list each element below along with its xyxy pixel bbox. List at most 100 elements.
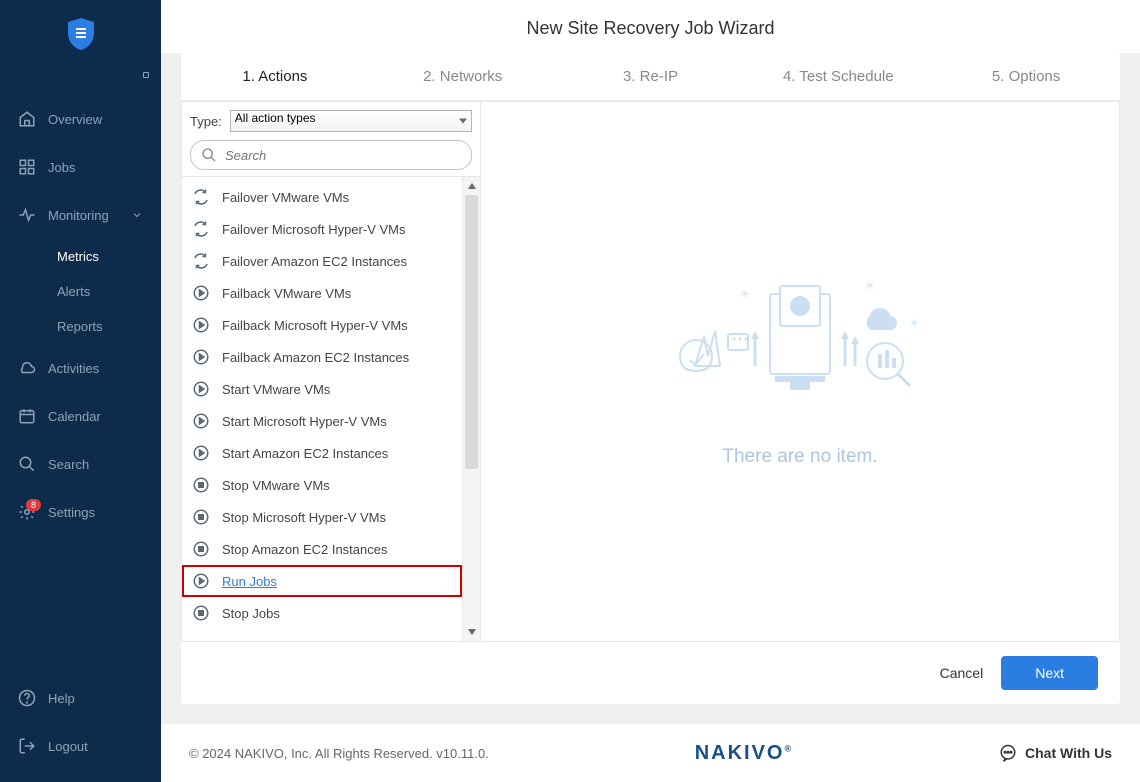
type-select[interactable]: All action types xyxy=(230,110,472,132)
action-item[interactable]: Start Amazon EC2 Instances xyxy=(182,437,462,469)
step-test-schedule[interactable]: 4. Test Schedule xyxy=(744,53,932,100)
action-item[interactable]: Stop Amazon EC2 Instances xyxy=(182,533,462,565)
step-actions[interactable]: 1. Actions xyxy=(181,53,369,100)
gear-icon: 8 xyxy=(18,503,36,521)
scroll-track[interactable] xyxy=(463,195,480,623)
search-input[interactable] xyxy=(225,148,461,163)
scroll-down-icon[interactable] xyxy=(463,623,480,641)
action-item[interactable]: Failback Amazon EC2 Instances xyxy=(182,341,462,373)
wizard-footer: Cancel Next xyxy=(181,642,1120,704)
action-item[interactable]: Failback VMware VMs xyxy=(182,277,462,309)
sidebar-item-label: Help xyxy=(48,691,75,706)
wizard-title: New Site Recovery Job Wizard xyxy=(161,0,1140,53)
action-list: Failover VMware VMs Failover Microsoft Hy… xyxy=(182,177,462,641)
action-label: Failover Microsoft Hyper-V VMs xyxy=(222,222,405,237)
stop-icon xyxy=(192,540,210,558)
help-icon xyxy=(18,689,36,707)
action-label: Failback Amazon EC2 Instances xyxy=(222,350,409,365)
action-label: Run Jobs xyxy=(222,574,277,589)
scrollbar[interactable] xyxy=(462,177,480,641)
action-label: Failover Amazon EC2 Instances xyxy=(222,254,407,269)
stop-icon xyxy=(192,476,210,494)
sidebar-item-help[interactable]: Help xyxy=(0,674,161,722)
play-icon xyxy=(192,572,210,590)
sidebar-sub-alerts[interactable]: Alerts xyxy=(0,274,161,309)
action-item[interactable]: Failback Microsoft Hyper-V VMs xyxy=(182,309,462,341)
action-label: Start Amazon EC2 Instances xyxy=(222,446,388,461)
action-item[interactable]: Stop VMware VMs xyxy=(182,469,462,501)
cloud-icon xyxy=(18,359,36,377)
footer-bar: © 2024 NAKIVO, Inc. All Rights Reserved.… xyxy=(161,724,1140,782)
action-item[interactable]: Failover Amazon EC2 Instances xyxy=(182,245,462,277)
sidebar-item-logout[interactable]: Logout xyxy=(0,722,161,770)
step-options[interactable]: 5. Options xyxy=(932,53,1120,100)
actions-panel: Type: All action types Failover VMware V… xyxy=(181,101,481,642)
action-label: Failback VMware VMs xyxy=(222,286,351,301)
sidebar-item-label: Search xyxy=(48,457,89,472)
sidebar: Overview Jobs Monitoring Metrics Alerts … xyxy=(0,0,161,782)
sidebar-item-activities[interactable]: Activities xyxy=(0,344,161,392)
action-label: Stop Microsoft Hyper-V VMs xyxy=(222,510,386,525)
svg-text:✳: ✳ xyxy=(740,287,750,301)
sidebar-item-calendar[interactable]: Calendar xyxy=(0,392,161,440)
sidebar-item-overview[interactable]: Overview xyxy=(0,95,161,143)
action-label: Start Microsoft Hyper-V VMs xyxy=(222,414,387,429)
action-item[interactable]: Stop Microsoft Hyper-V VMs xyxy=(182,501,462,533)
main-content: New Site Recovery Job Wizard 1. Actions … xyxy=(161,0,1140,782)
chat-label: Chat With Us xyxy=(1025,745,1112,761)
brand-logo: NAKIVO® xyxy=(695,742,793,764)
type-label: Type: xyxy=(190,114,222,129)
grid-icon xyxy=(18,158,36,176)
stop-icon xyxy=(192,508,210,526)
search-icon xyxy=(18,455,36,473)
sidebar-item-label: Jobs xyxy=(48,160,75,175)
action-label: Failback Microsoft Hyper-V VMs xyxy=(222,318,408,333)
failover-icon xyxy=(192,252,210,270)
copyright-text: © 2024 NAKIVO, Inc. All Rights Reserved.… xyxy=(189,746,489,761)
next-button[interactable]: Next xyxy=(1001,656,1098,690)
settings-badge: 8 xyxy=(26,499,41,511)
sidebar-item-jobs[interactable]: Jobs xyxy=(0,143,161,191)
action-item[interactable]: Stop Jobs xyxy=(182,597,462,629)
sidebar-item-label: Overview xyxy=(48,112,102,127)
sidebar-sub-metrics[interactable]: Metrics xyxy=(0,239,161,274)
sidebar-item-label: Activities xyxy=(48,361,99,376)
svg-text:✳: ✳ xyxy=(910,318,918,329)
search-icon xyxy=(201,147,217,163)
sidebar-item-monitoring[interactable]: Monitoring xyxy=(0,191,161,239)
sidebar-item-label: Logout xyxy=(48,739,88,754)
action-item[interactable]: Start Microsoft Hyper-V VMs xyxy=(182,405,462,437)
chat-button[interactable]: Chat With Us xyxy=(999,744,1112,762)
play-icon xyxy=(192,380,210,398)
chevron-down-icon xyxy=(131,209,143,221)
step-networks[interactable]: 2. Networks xyxy=(369,53,557,100)
sidebar-item-label: Calendar xyxy=(48,409,101,424)
failover-icon xyxy=(192,220,210,238)
cancel-button[interactable]: Cancel xyxy=(940,665,984,681)
play-icon xyxy=(192,412,210,430)
pin-icon[interactable] xyxy=(143,72,149,78)
scroll-up-icon[interactable] xyxy=(463,177,480,195)
wizard-card: 1. Actions 2. Networks 3. Re-IP 4. Test … xyxy=(181,53,1120,704)
action-item[interactable]: Failover Microsoft Hyper-V VMs xyxy=(182,213,462,245)
play-icon xyxy=(192,284,210,302)
action-item[interactable]: Start VMware VMs xyxy=(182,373,462,405)
selected-panel: ✳ ✳ ✳ There are no item. xyxy=(481,101,1120,642)
empty-state-illustration: ✳ ✳ ✳ xyxy=(670,276,930,416)
action-item[interactable]: Failover VMware VMs xyxy=(182,181,462,213)
chat-icon xyxy=(999,744,1017,762)
stop-icon xyxy=(192,604,210,622)
play-icon xyxy=(192,444,210,462)
svg-text:✳: ✳ xyxy=(865,279,875,293)
sidebar-item-search[interactable]: Search xyxy=(0,440,161,488)
scroll-thumb[interactable] xyxy=(465,195,478,469)
sidebar-item-label: Monitoring xyxy=(48,208,109,223)
action-item[interactable]: Run Jobs xyxy=(182,565,462,597)
action-label: Start VMware VMs xyxy=(222,382,330,397)
sidebar-item-settings[interactable]: 8 Settings xyxy=(0,488,161,536)
sidebar-sub-reports[interactable]: Reports xyxy=(0,309,161,344)
step-reip[interactable]: 3. Re-IP xyxy=(557,53,745,100)
logo xyxy=(0,18,161,50)
home-icon xyxy=(18,110,36,128)
search-field-wrap xyxy=(190,140,472,170)
